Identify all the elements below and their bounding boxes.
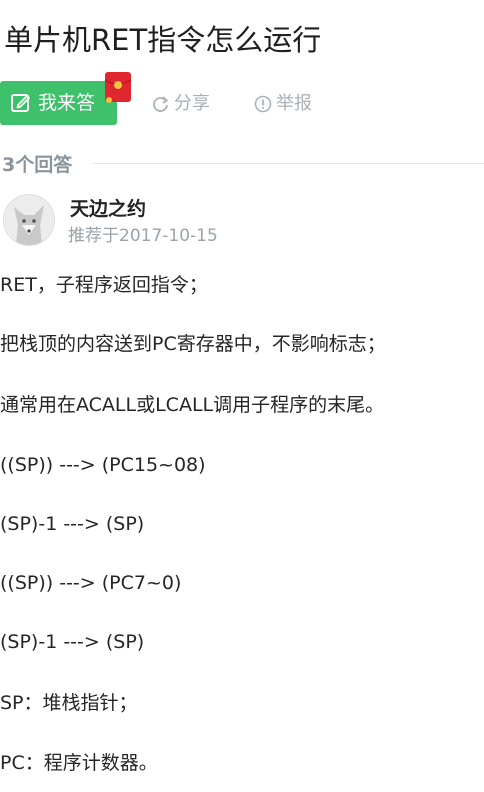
avatar[interactable] [3,194,55,246]
answer-line: ((SP)) ---> (PC7~0) [0,572,182,594]
report-button[interactable]: 举报 [254,92,312,116]
author-name[interactable]: 天边之约 [70,196,146,222]
answer-count: 3个回答 [2,153,73,176]
share-label: 分享 [174,93,210,114]
answer-line: (SP)-1 ---> (SP) [0,631,145,653]
answer-line: SP：堆栈指针； [0,692,138,714]
share-icon [153,96,168,112]
answer-line: PC：程序计数器。 [0,752,158,774]
answers-header: 3个回答 [0,148,484,178]
answer-line: (SP)-1 ---> (SP) [0,513,145,535]
answer-line: ((SP)) ---> (PC15~08) [0,454,206,476]
answer-line: RET，子程序返回指令； [0,274,208,296]
edit-icon [10,92,32,114]
answer-line: 通常用在ACALL或LCALL调用子程序的末尾。 [0,394,385,416]
red-envelope-icon[interactable] [103,70,133,104]
answer-line: 把栈顶的内容送到PC寄存器中，不影响标志； [0,333,386,355]
recommend-date: 推荐于2017-10-15 [68,226,218,246]
answer-button-label: 我来答 [38,92,96,114]
report-label: 举报 [276,93,312,114]
report-icon [254,95,272,113]
divider [92,162,484,164]
answer-button[interactable]: 我来答 [0,81,117,125]
share-button[interactable]: 分享 [152,92,210,116]
question-title: 单片机RET指令怎么运行 [4,23,322,57]
